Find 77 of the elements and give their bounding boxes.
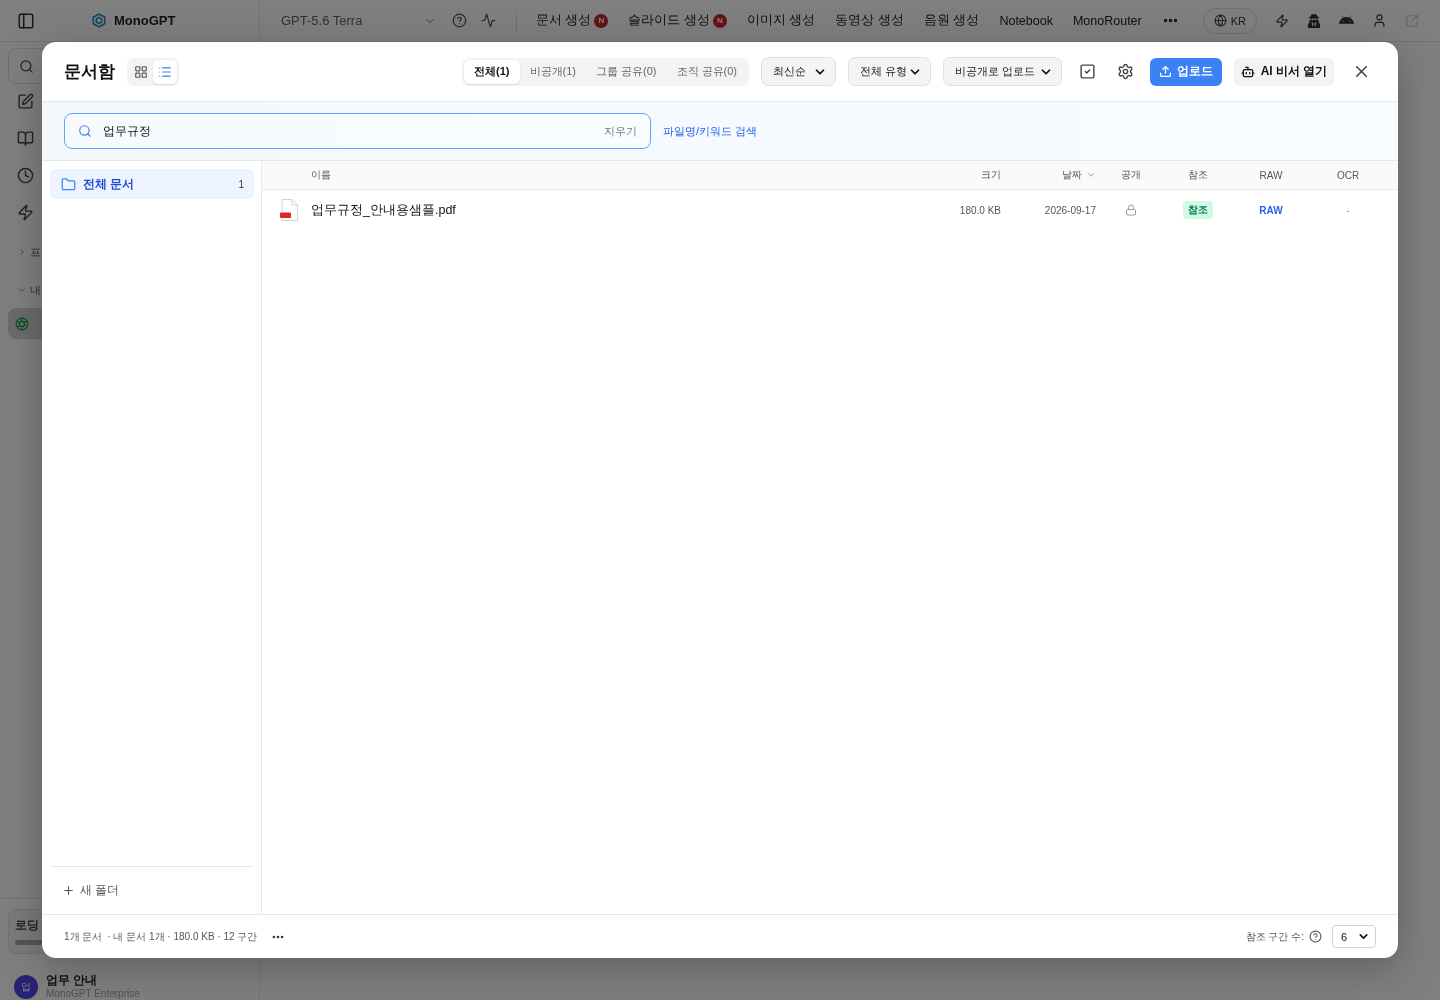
globe-icon	[1213, 14, 1227, 27]
column-header: 날짜	[1062, 168, 1082, 182]
search-icon	[19, 58, 34, 74]
search-mode-link[interactable]: 파일명/키워드 검색	[663, 123, 758, 139]
ocr-status: -	[1346, 204, 1350, 216]
reference-count-label: 참조 구간 수:	[1245, 929, 1304, 944]
chat-item[interactable]	[8, 308, 44, 339]
reference-count-select[interactable]: 6	[1332, 925, 1376, 948]
bolt-icon[interactable]	[1275, 13, 1289, 28]
document-details: · 내 문서 1개 · 180.0 KB · 12 구간	[107, 929, 258, 944]
filter-tab[interactable]: 비공개(1)	[519, 59, 586, 84]
file-name[interactable]: 업무규정_안내용샘플.pdf	[311, 201, 456, 219]
type-select[interactable]: 전체 유형	[848, 57, 931, 86]
section-label: 프	[30, 244, 41, 260]
column-header: 참조	[1188, 168, 1208, 182]
avatar: 업	[14, 974, 38, 999]
new-folder-button[interactable]: 새 폴더	[62, 877, 120, 903]
column-header: OCR	[1336, 169, 1360, 181]
raw-link[interactable]: RAW	[1259, 204, 1283, 216]
incognito-icon[interactable]	[1307, 13, 1321, 28]
nav-item[interactable]: 슬라이드 생성 N	[628, 7, 727, 34]
grid-icon	[134, 64, 148, 79]
help-icon[interactable]	[1309, 930, 1322, 943]
user-icon[interactable]	[1372, 13, 1387, 28]
dialog-title: 문서함	[64, 61, 115, 83]
bolt-icon[interactable]	[17, 203, 34, 221]
clear-button[interactable]: 지우기	[604, 123, 637, 139]
brand-name: MonoGPT	[114, 13, 176, 28]
folder-icon	[61, 176, 76, 192]
list-icon	[158, 64, 172, 79]
pulse-icon[interactable]	[481, 13, 496, 28]
help-icon[interactable]	[452, 13, 467, 28]
sort-select[interactable]: 최신순	[761, 57, 836, 86]
bot-icon	[1240, 64, 1255, 79]
document-summary: 1개 문서	[64, 929, 103, 944]
plus-icon	[62, 883, 75, 897]
column-header: 이름	[311, 168, 331, 182]
nav-item[interactable]: Notebook	[999, 7, 1053, 34]
folder-name: 전체 문서	[83, 175, 135, 193]
list-view-button[interactable]	[153, 59, 177, 84]
logo-icon	[92, 13, 106, 28]
book-icon[interactable]	[17, 129, 34, 147]
column-header: 크기	[981, 168, 1001, 182]
upload-icon	[1159, 65, 1172, 78]
file-date: 2026-09-17	[1044, 204, 1096, 216]
nav-item[interactable]: 음원 생성	[923, 7, 980, 34]
file-size: 180.0 KB	[959, 204, 1001, 216]
loading-label: 로딩	[15, 917, 40, 934]
file-icon	[280, 199, 298, 221]
clock-icon[interactable]	[17, 166, 34, 184]
assistant-button[interactable]: AI 비서 열기	[1234, 57, 1334, 86]
search-icon	[78, 124, 92, 138]
new-badge: N	[712, 13, 727, 28]
folder-count: 1	[238, 178, 244, 190]
user-name: 업무 안내	[46, 973, 99, 987]
nav-item[interactable]: MonoRouter	[1072, 7, 1142, 34]
column-header: RAW	[1259, 169, 1283, 181]
new-badge: N	[594, 13, 609, 28]
sidebar-toggle-icon[interactable]	[17, 11, 35, 30]
checkbox-icon[interactable]	[1078, 63, 1096, 80]
edit-icon[interactable]	[17, 92, 34, 110]
column-header: 공개	[1121, 168, 1141, 182]
reference-badge: 참조	[1183, 201, 1213, 219]
folder-item[interactable]: 전체 문서 1	[50, 169, 254, 199]
nav-item[interactable]: 이미지 생성	[746, 7, 816, 34]
search-field[interactable]: 업무규정 지우기	[64, 113, 651, 149]
aperture-icon	[15, 316, 29, 331]
filter-tab[interactable]: 조직 공유(0)	[666, 59, 747, 84]
settings-icon[interactable]	[1116, 63, 1134, 80]
upload-button[interactable]: 업로드	[1150, 57, 1222, 86]
filter-tab[interactable]: 전체(1)	[464, 59, 520, 84]
visibility-select[interactable]: 비공개로 업로드	[943, 57, 1062, 86]
nav-item[interactable]: 동영상 생성	[835, 7, 904, 34]
filter-tab[interactable]: 그룹 공유(0)	[586, 59, 667, 84]
model-select[interactable]: GPT-5.6 Terra	[260, 6, 440, 35]
nav-item[interactable]: 문서 생성 N	[536, 7, 609, 34]
section-label: 내	[30, 282, 41, 298]
